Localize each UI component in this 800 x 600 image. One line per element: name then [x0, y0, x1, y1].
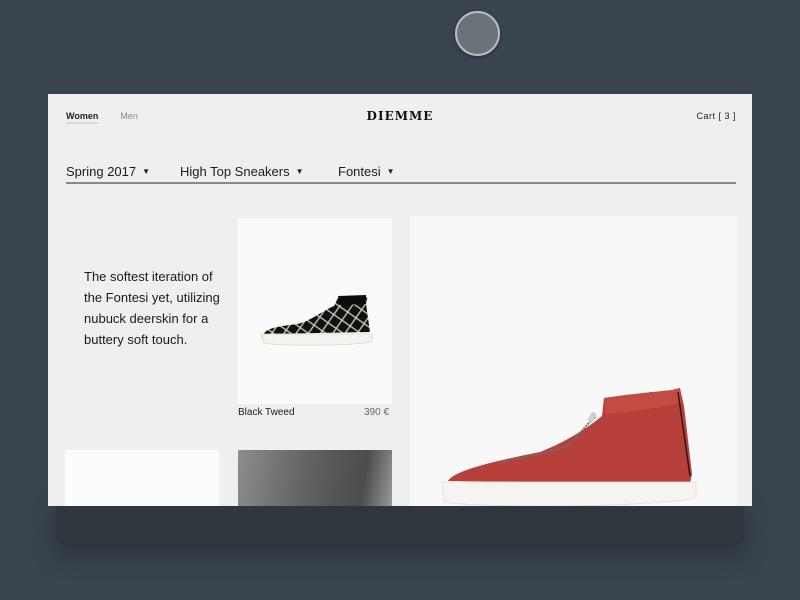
- product-card-featured[interactable]: [410, 216, 737, 506]
- product-card-bottom-mid[interactable]: [238, 450, 392, 506]
- filter-model[interactable]: Fontesi ▼: [338, 162, 395, 180]
- caret-down-icon: ▼: [386, 166, 395, 176]
- window-shadow: [56, 500, 744, 546]
- filter-category[interactable]: High Top Sneakers ▼: [180, 162, 338, 180]
- filter-season-label: Spring 2017: [66, 163, 137, 179]
- product-name[interactable]: Black Tweed: [238, 407, 295, 418]
- caret-down-icon: ▼: [295, 166, 304, 176]
- product-price: 390 €: [364, 407, 390, 418]
- home-button[interactable]: [455, 11, 500, 56]
- red-zip-sneaker-image: [441, 388, 697, 506]
- caret-down-icon: ▼: [142, 166, 151, 176]
- black-tweed-sneaker-image: [260, 295, 373, 346]
- app-window: Women Men DIEMME Cart [ 3 ] Spring 2017 …: [48, 94, 752, 506]
- product-card-bottom-left[interactable]: [65, 450, 219, 506]
- brand-logo[interactable]: DIEMME: [48, 109, 752, 123]
- filter-bar: Spring 2017 ▼ High Top Sneakers ▼ Fontes…: [66, 162, 736, 184]
- filter-season[interactable]: Spring 2017 ▼: [66, 162, 180, 180]
- cart-link[interactable]: Cart [ 3 ]: [696, 111, 736, 121]
- filter-category-label: High Top Sneakers: [180, 163, 290, 179]
- product-card-black-tweed[interactable]: [238, 218, 392, 404]
- filter-model-label: Fontesi: [338, 163, 381, 179]
- product-description: The softest iteration of the Fontesi yet…: [84, 269, 220, 347]
